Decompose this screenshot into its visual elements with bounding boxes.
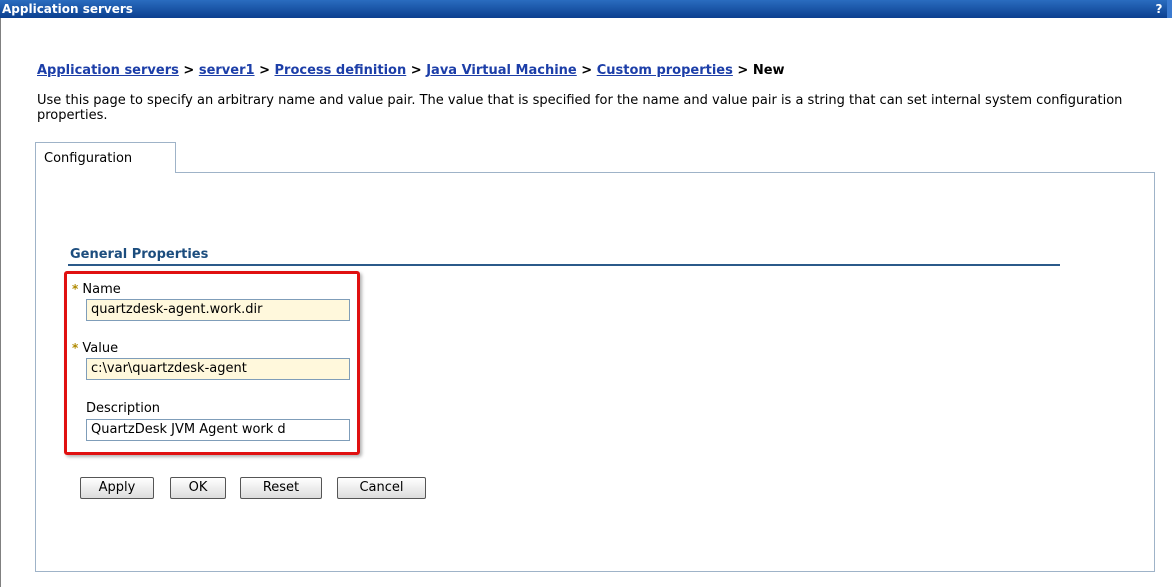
window-title: Application servers [2,2,133,16]
description-label: Description [86,401,161,416]
help-icon[interactable]: ? [1152,0,1166,18]
breadcrumb-current: New [752,63,785,78]
minimize-icon[interactable] [1167,0,1172,18]
breadcrumb-separator: > [581,63,593,78]
value-label-row: * Value [72,341,118,356]
page-description: Use this page to specify an arbitrary na… [37,93,1123,123]
tab-label: Configuration [44,151,133,166]
name-field[interactable]: quartzdesk-agent.work.dir [86,299,350,321]
breadcrumb-link-custom-properties[interactable]: Custom properties [597,63,733,78]
name-label-row: * Name [72,282,121,297]
ok-button[interactable]: OK [170,477,226,499]
breadcrumb-link-server1[interactable]: server1 [199,63,255,78]
breadcrumb-separator: > [183,63,195,78]
breadcrumb-link-process-definition[interactable]: Process definition [275,63,407,78]
required-marker-icon: * [72,341,79,355]
breadcrumb-separator: > [259,63,270,78]
section-divider [68,264,1060,266]
cancel-button[interactable]: Cancel [337,477,426,499]
name-label: Name [82,282,121,297]
section-title: General Properties [70,247,209,262]
apply-button[interactable]: Apply [80,477,154,499]
breadcrumb-link-application-servers[interactable]: Application servers [37,63,179,78]
left-border [0,18,1,587]
value-label: Value [82,341,119,356]
breadcrumb-separator: > [410,63,422,78]
reset-button[interactable]: Reset [240,477,322,499]
breadcrumb-separator: > [737,63,749,78]
required-marker-icon: * [72,282,79,296]
breadcrumb-link-java-virtual-machine[interactable]: Java Virtual Machine [426,63,577,78]
breadcrumb: Application servers > server1 > Process … [37,63,785,78]
tab-configuration[interactable]: Configuration [35,142,176,173]
window-title-bar: Application servers ? [0,0,1172,18]
description-field[interactable]: QuartzDesk JVM Agent work d [86,419,350,441]
value-field[interactable]: c:\var\quartzdesk-agent [86,358,350,380]
